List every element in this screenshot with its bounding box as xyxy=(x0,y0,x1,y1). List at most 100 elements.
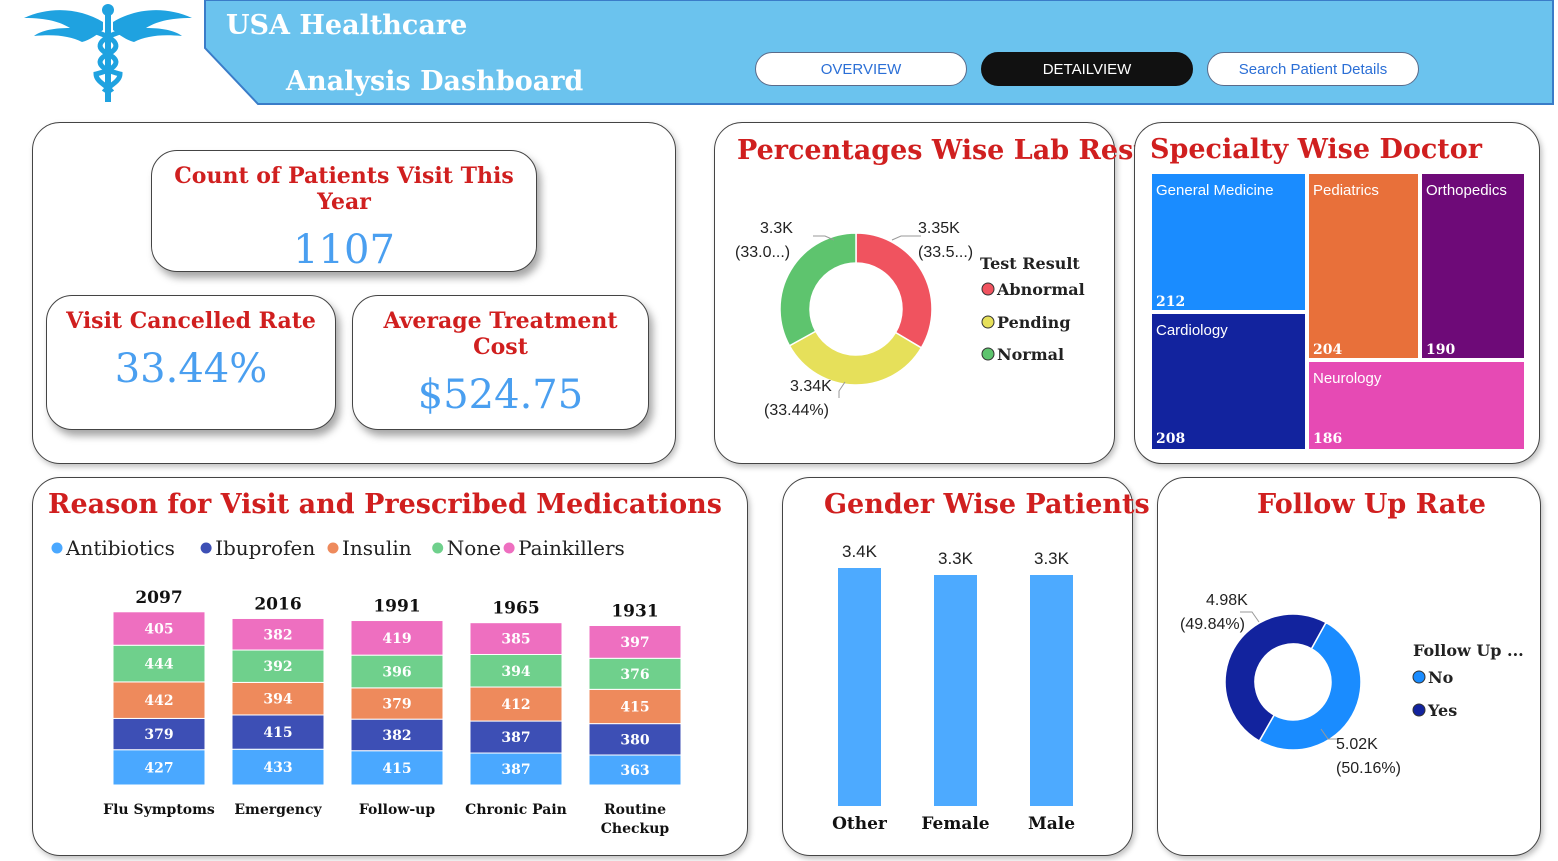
tile-orthopedics[interactable]: Orthopedics 190 xyxy=(1420,172,1526,360)
bar-label-follow-up-ibuprofen: 382 xyxy=(382,728,411,744)
legend-insulin-marker xyxy=(327,542,339,554)
follow-up-legend-yes-marker xyxy=(1412,703,1426,717)
bar-label-follow-up-antibiotics: 415 xyxy=(382,761,411,777)
tile-pediatrics[interactable]: Pediatrics 204 xyxy=(1307,172,1420,360)
tile-neurology-name: Neurology xyxy=(1313,370,1382,387)
nav-overview-button[interactable]: OVERVIEW xyxy=(755,52,967,86)
follow-up-legend-yes: Yes xyxy=(1427,701,1457,720)
gender-category-female: Female xyxy=(921,814,989,834)
bar-label-emergency-painkillers: 382 xyxy=(263,627,292,643)
header-banner: USA Healthcare Analysis Dashboard OVERVI… xyxy=(0,0,1558,110)
gender-bar-female[interactable] xyxy=(934,575,977,806)
follow-up-no-pct: (50.16%) xyxy=(1336,760,1401,777)
lab-pending-value: 3.34K xyxy=(790,378,832,395)
bar-label-routine-checkup-antibiotics: 363 xyxy=(620,763,649,779)
lab-slice-normal[interactable] xyxy=(779,232,857,347)
gender-bar-male[interactable] xyxy=(1030,575,1073,806)
total-chronic-pain: 1965 xyxy=(492,599,539,619)
tile-general-medicine-value: 212 xyxy=(1156,294,1185,310)
bar-label-routine-checkup-painkillers: 397 xyxy=(620,635,649,651)
total-follow-up: 1991 xyxy=(373,597,420,617)
reason-meds-stacked-bar-chart: Antibiotics Ibuprofen Insulin None Painkille… xyxy=(51,536,682,837)
total-flu-symptoms: 2097 xyxy=(135,588,182,608)
category-routine-checkup-line-1: Checkup xyxy=(601,821,670,837)
tile-pediatrics-value: 204 xyxy=(1313,342,1342,358)
lab-abnormal-value: 3.35K xyxy=(918,220,960,237)
nav-search-patient-button[interactable]: Search Patient Details xyxy=(1207,52,1419,86)
tile-general-medicine-name: General Medicine xyxy=(1156,182,1274,199)
bar-label-chronic-pain-antibiotics: 387 xyxy=(501,762,530,778)
specialty-card: Specialty Wise Doctor General Medicine 2… xyxy=(1134,122,1540,464)
legend-insulin-label: Insulin xyxy=(342,536,412,560)
lab-abnormal-leader xyxy=(891,235,921,241)
kpi-avg-cost-value: $524.75 xyxy=(417,372,584,418)
tile-pediatrics-name: Pediatrics xyxy=(1313,182,1379,199)
bar-label-follow-up-none: 396 xyxy=(382,665,411,681)
bar-label-emergency-none: 392 xyxy=(263,659,292,675)
legend-painkillers-label: Painkillers xyxy=(518,536,625,560)
nav-detailview-button[interactable]: DETAILVIEW xyxy=(981,52,1193,86)
kpi-card: Count of Patients Visit This Year 1107 V… xyxy=(32,122,676,464)
follow-up-legend-no-marker xyxy=(1412,670,1426,684)
tile-cardiology[interactable]: Cardiology 208 xyxy=(1150,312,1307,451)
bar-label-emergency-insulin: 394 xyxy=(263,692,292,708)
bar-label-flu-symptoms-ibuprofen: 379 xyxy=(144,727,173,743)
follow-up-legend-no: No xyxy=(1428,668,1454,687)
tile-orthopedics-name: Orthopedics xyxy=(1426,182,1507,199)
gender-bar-chart: 3.4K Other 3.3K Female 3.3K Male xyxy=(832,542,1075,834)
follow-up-card: Follow Up Rate 4.98K (49.84%) 5.02K (50.… xyxy=(1157,477,1541,856)
lab-slice-pending[interactable] xyxy=(788,330,923,386)
bar-label-routine-checkup-none: 376 xyxy=(620,667,649,683)
caduceus-icon xyxy=(24,4,192,102)
lab-result-card: Percentages Wise Lab Result 3.35K (33.5.… xyxy=(714,122,1176,464)
category-chronic-pain-line-0: Chronic Pain xyxy=(465,802,567,818)
kpi-patients-visit-value: 1107 xyxy=(293,227,395,273)
lab-legend-abnormal: Abnormal xyxy=(996,280,1085,299)
specialty-treemap: General Medicine 212 Pediatrics 204 Orth… xyxy=(1150,172,1526,451)
kpi-cancel-rate-label: Visit Cancelled Rate xyxy=(66,308,316,334)
kpi-avg-cost: Average Treatment Cost $524.75 xyxy=(352,295,649,430)
lab-normal-pct: (33.0...) xyxy=(735,244,790,261)
follow-up-yes-value: 4.98K xyxy=(1206,592,1248,609)
bar-label-follow-up-painkillers: 419 xyxy=(382,631,411,647)
lab-normal-value: 3.3K xyxy=(760,220,793,237)
follow-up-donut-chart: 4.98K (49.84%) 5.02K (50.16%) Follow Up … xyxy=(1180,592,1524,777)
legend-ibuprofen-label: Ibuprofen xyxy=(215,536,315,560)
bar-label-flu-symptoms-antibiotics: 427 xyxy=(144,760,173,776)
gender-card: Gender Wise Patients 3.4K Other 3.3K Female… xyxy=(782,477,1150,856)
kpi-cancel-rate-value: 33.44% xyxy=(114,346,268,392)
kpi-avg-cost-label: Average Treatment Cost xyxy=(383,308,618,360)
tile-neurology[interactable]: Neurology 186 xyxy=(1307,360,1526,451)
gender-value-female: 3.3K xyxy=(938,549,974,568)
lab-result-donut-chart: 3.35K (33.5...) 3.3K (33.0...) 3.34K (33… xyxy=(735,220,1085,419)
kpi-patients-visit-label: Count of Patients Visit This Year xyxy=(174,163,514,215)
lab-abnormal-pct: (33.5...) xyxy=(918,244,973,261)
lab-legend-pending: Pending xyxy=(997,313,1071,332)
dashboard-title-line1: USA Healthcare xyxy=(226,10,468,41)
legend-none-marker xyxy=(432,542,444,554)
bar-label-routine-checkup-insulin: 415 xyxy=(620,699,649,715)
bar-label-routine-checkup-ibuprofen: 380 xyxy=(620,732,649,748)
tile-cardiology-value: 208 xyxy=(1156,431,1185,447)
total-emergency: 2016 xyxy=(254,594,301,614)
bar-label-flu-symptoms-insulin: 442 xyxy=(144,693,173,709)
total-routine-checkup: 1931 xyxy=(611,601,658,621)
follow-up-no-value: 5.02K xyxy=(1336,736,1378,753)
gender-value-male: 3.3K xyxy=(1034,549,1070,568)
follow-up-legend-title: Follow Up ... xyxy=(1413,641,1524,660)
follow-up-yes-pct: (49.84%) xyxy=(1180,616,1245,633)
legend-none-label: None xyxy=(447,536,501,560)
lab-legend-title: Test Result xyxy=(980,254,1080,273)
category-emergency-line-0: Emergency xyxy=(234,802,322,818)
bar-label-flu-symptoms-painkillers: 405 xyxy=(144,622,173,638)
legend-antibiotics-label: Antibiotics xyxy=(65,536,175,560)
legend-painkillers-marker xyxy=(503,542,515,554)
lab-legend-normal-marker xyxy=(981,347,995,361)
category-routine-checkup-line-0: Routine xyxy=(604,802,666,818)
tile-general-medicine[interactable]: General Medicine 212 xyxy=(1150,172,1307,312)
bar-label-chronic-pain-none: 394 xyxy=(501,664,530,680)
legend-antibiotics-marker xyxy=(51,542,63,554)
bar-label-follow-up-insulin: 379 xyxy=(382,697,411,713)
gender-bar-other[interactable] xyxy=(838,568,881,806)
bar-label-emergency-ibuprofen: 415 xyxy=(263,725,292,741)
